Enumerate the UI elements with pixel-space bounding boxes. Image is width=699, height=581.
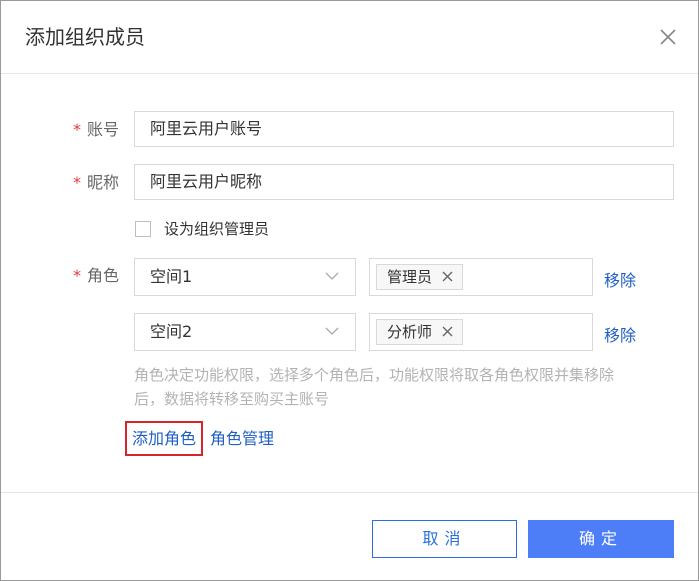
nickname-label-text: 昵称 <box>87 173 120 192</box>
account-label: * 账号 <box>73 119 119 141</box>
close-icon[interactable] <box>656 25 680 49</box>
role-tag-label: 管理员 <box>387 268 433 286</box>
confirm-button[interactable]: 确定 <box>528 520 674 558</box>
dialog-header: 添加组织成员 <box>1 1 698 74</box>
remove-role-link-1[interactable]: 移除 <box>604 270 636 292</box>
chevron-down-icon <box>325 327 339 335</box>
role-label: * 角色 <box>73 265 119 287</box>
nickname-label: * 昵称 <box>73 172 119 194</box>
role-tag: 管理员 <box>376 264 464 290</box>
footer-divider <box>1 492 698 493</box>
space-select-1[interactable]: 空间1 <box>134 258 356 296</box>
role-hint-text: 角色决定功能权限，选择多个角色后，功能权限将取各角色权限并集移除后，数据将转移至… <box>134 366 615 408</box>
account-label-text: 账号 <box>87 120 120 139</box>
cancel-button[interactable]: 取消 <box>372 520 517 558</box>
space-select-value: 空间2 <box>150 322 193 341</box>
role-management-link[interactable]: 角色管理 <box>210 428 274 450</box>
role-label-text: 角色 <box>87 266 120 285</box>
admin-checkbox-label: 设为组织管理员 <box>164 220 270 238</box>
admin-checkbox[interactable] <box>135 221 151 237</box>
add-member-dialog: 添加组织成员 * 账号 阿里云用户账号 * 昵称 阿里云用户昵称 设为组织管理员 *… <box>0 0 699 581</box>
role-tag-label: 分析师 <box>387 323 433 341</box>
role-tag: 分析师 <box>376 319 464 345</box>
required-mark: * <box>73 173 81 192</box>
remove-role-link-2[interactable]: 移除 <box>604 325 636 347</box>
space-select-2[interactable]: 空间2 <box>134 313 356 351</box>
account-input[interactable]: 阿里云用户账号 <box>134 111 674 147</box>
nickname-input[interactable]: 阿里云用户昵称 <box>134 164 674 200</box>
required-mark: * <box>73 266 81 285</box>
role-tag-box-1[interactable]: 管理员 <box>369 258 593 296</box>
close-icon[interactable] <box>442 326 453 337</box>
dialog-title: 添加组织成员 <box>25 25 145 49</box>
chevron-down-icon <box>325 272 339 280</box>
space-select-value: 空间1 <box>150 267 193 286</box>
required-mark: * <box>73 120 81 139</box>
role-tag-box-2[interactable]: 分析师 <box>369 313 593 351</box>
close-icon[interactable] <box>442 271 453 282</box>
add-role-button[interactable]: 添加角色 <box>125 421 203 456</box>
